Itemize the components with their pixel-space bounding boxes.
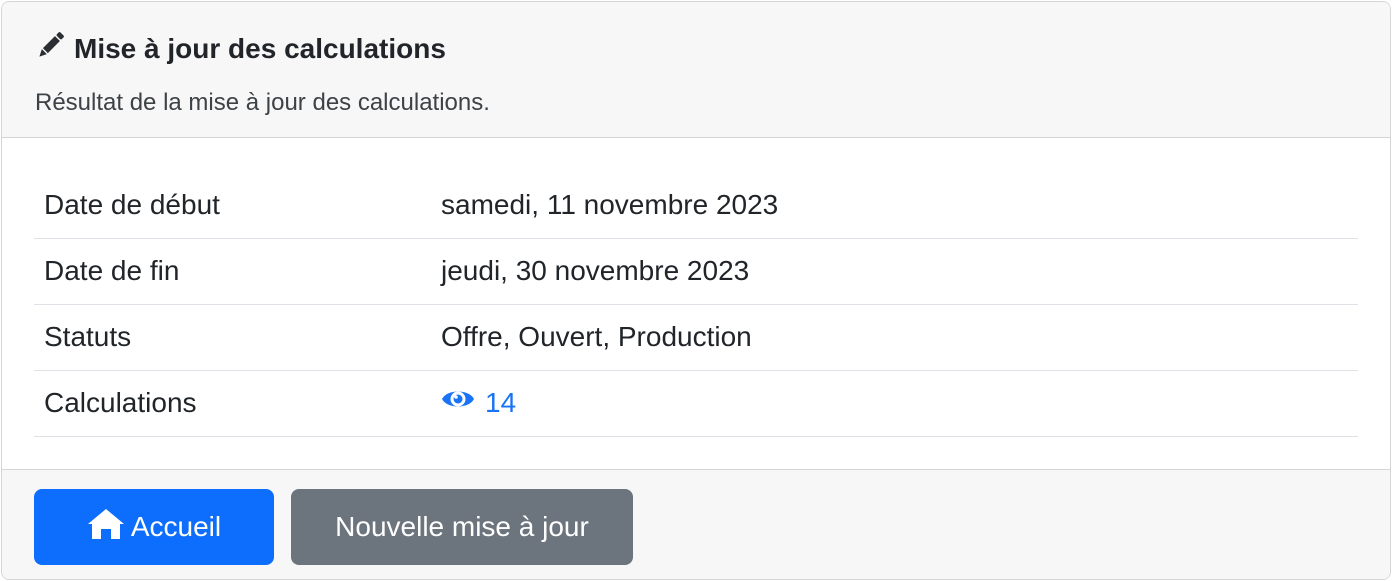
statuses-label: Statuts bbox=[34, 304, 431, 371]
home-icon bbox=[87, 507, 131, 548]
end-date-label: Date de fin bbox=[34, 238, 431, 305]
statuses-value: Offre, Ouvert, Production bbox=[431, 304, 1358, 371]
end-date-value: jeudi, 30 novembre 2023 bbox=[431, 238, 1358, 305]
page-title: Mise à jour des calculations bbox=[74, 32, 446, 64]
title-row: Mise à jour des calculations bbox=[34, 30, 446, 67]
eye-icon bbox=[441, 382, 485, 424]
card-body: Date de début samedi, 11 novembre 2023 D… bbox=[2, 139, 1390, 470]
home-button-label: Accueil bbox=[130, 511, 222, 542]
pencil-icon bbox=[34, 30, 74, 67]
details-table: Date de début samedi, 11 novembre 2023 D… bbox=[34, 172, 1358, 437]
calculations-count: 14 bbox=[485, 387, 517, 418]
card-footer: Accueil Nouvelle mise à jour bbox=[2, 469, 1390, 579]
new-update-button[interactable]: Nouvelle mise à jour bbox=[291, 489, 633, 565]
table-row: Date de début samedi, 11 novembre 2023 bbox=[34, 172, 1358, 239]
start-date-value: samedi, 11 novembre 2023 bbox=[431, 172, 1358, 239]
page-subtitle: Résultat de la mise à jour des calculati… bbox=[35, 89, 490, 116]
calculations-link[interactable]: 14 bbox=[441, 382, 516, 424]
table-row: Statuts Offre, Ouvert, Production bbox=[34, 304, 1358, 371]
start-date-label: Date de début bbox=[34, 172, 431, 239]
table-row: Date de fin jeudi, 30 novembre 2023 bbox=[34, 238, 1358, 305]
card-header: Mise à jour des calculations Résultat de… bbox=[2, 2, 1390, 138]
calculations-label: Calculations bbox=[34, 370, 431, 437]
new-update-button-label: Nouvelle mise à jour bbox=[335, 511, 589, 542]
update-card: Mise à jour des calculations Résultat de… bbox=[1, 1, 1391, 580]
calculations-cell: 14 bbox=[431, 370, 1358, 437]
home-button[interactable]: Accueil bbox=[34, 489, 274, 565]
table-row: Calculations 14 bbox=[34, 370, 1358, 437]
